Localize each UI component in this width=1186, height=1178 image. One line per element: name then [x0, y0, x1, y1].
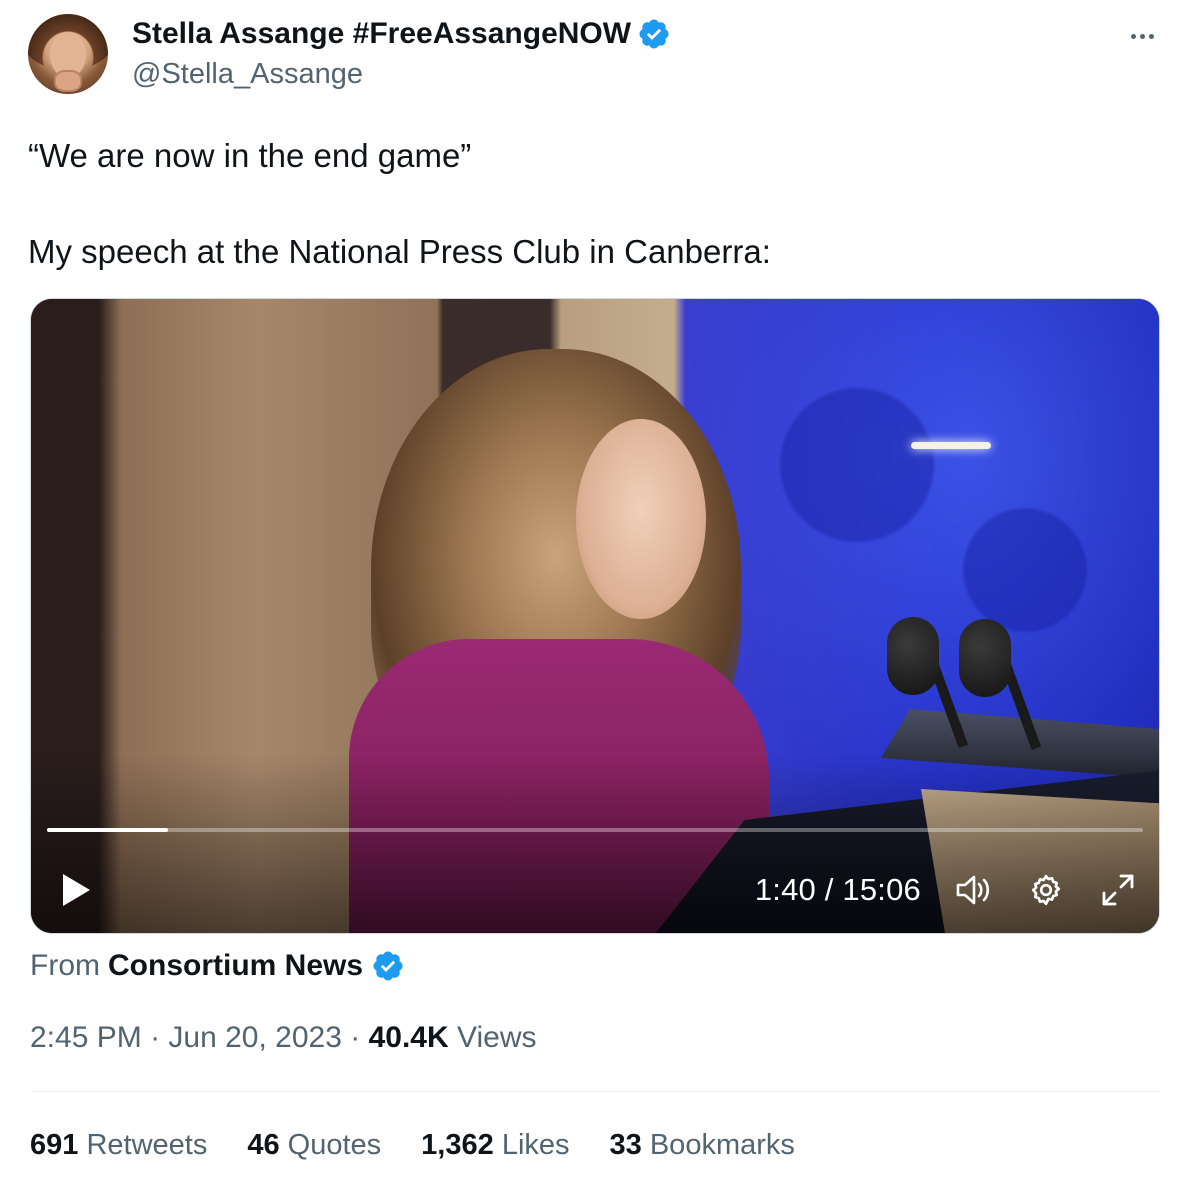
source-prefix: From: [30, 949, 100, 982]
tweet-text-line-1: “We are now in the end game”: [28, 137, 472, 174]
more-horizontal-icon[interactable]: [1122, 24, 1162, 48]
likes-label: Likes: [501, 1129, 570, 1161]
likes-stat[interactable]: 1,362 Likes: [421, 1125, 569, 1165]
tweet-date-link[interactable]: Jun 20, 2023: [168, 1021, 341, 1054]
bookmarks-count: 33: [609, 1129, 642, 1161]
video-progress-fill: [47, 828, 168, 832]
author-name-row[interactable]: Stella Assange #FreeAssangeNOW: [132, 16, 671, 52]
author-block: Stella Assange #FreeAssangeNOW @Stella_A…: [132, 16, 671, 92]
author-handle[interactable]: @Stella_Assange: [132, 56, 671, 92]
bookmarks-label: Bookmarks: [649, 1129, 795, 1161]
meta-separator: ·: [350, 1021, 361, 1054]
video-controls: 1:40 / 15:06: [755, 869, 1137, 911]
views-label: Views: [457, 1021, 537, 1054]
avatar[interactable]: [28, 14, 108, 94]
source-name-link[interactable]: Consortium News: [108, 946, 363, 986]
divider: [30, 1091, 1160, 1092]
volume-icon[interactable]: [955, 871, 993, 909]
views-count: 40.4K: [368, 1021, 449, 1054]
video-time: 1:40 / 15:06: [754, 872, 921, 907]
likes-count: 1,362: [421, 1129, 494, 1161]
retweets-count: 691: [30, 1129, 79, 1161]
tweet-header: Stella Assange #FreeAssangeNOW @Stella_A…: [28, 14, 1162, 98]
retweets-label: Retweets: [86, 1129, 208, 1161]
verified-badge-icon: [373, 951, 403, 981]
author-display-name[interactable]: Stella Assange #FreeAssangeNOW: [132, 16, 631, 52]
fullscreen-expand-icon[interactable]: [1099, 871, 1137, 909]
quotes-stat[interactable]: 46 Quotes: [247, 1125, 381, 1165]
verified-badge-icon: [639, 19, 669, 49]
meta-separator: ·: [150, 1021, 161, 1054]
video-source: From Consortium News: [30, 946, 405, 986]
tweet-text: “We are now in the end game” My speech a…: [28, 132, 1158, 276]
retweets-stat[interactable]: 691 Retweets: [30, 1125, 207, 1165]
quotes-count: 46: [247, 1129, 280, 1161]
quotes-label: Quotes: [287, 1129, 382, 1161]
tweet-time-link[interactable]: 2:45 PM: [30, 1021, 142, 1054]
bookmarks-stat[interactable]: 33 Bookmarks: [610, 1125, 795, 1165]
play-icon[interactable]: [61, 871, 95, 909]
settings-gear-icon[interactable]: [1027, 871, 1065, 909]
video-progress-bar[interactable]: [47, 828, 1143, 832]
engagement-stats: 691 Retweets 46 Quotes 1,362 Likes 33 Bo…: [30, 1125, 795, 1165]
tweet-meta: 2:45 PM · Jun 20, 2023 · 40.4K Views: [30, 1018, 536, 1058]
video-player[interactable]: 1:40 / 15:06: [30, 298, 1160, 934]
tweet-text-line-2: My speech at the National Press Club in …: [28, 233, 771, 270]
